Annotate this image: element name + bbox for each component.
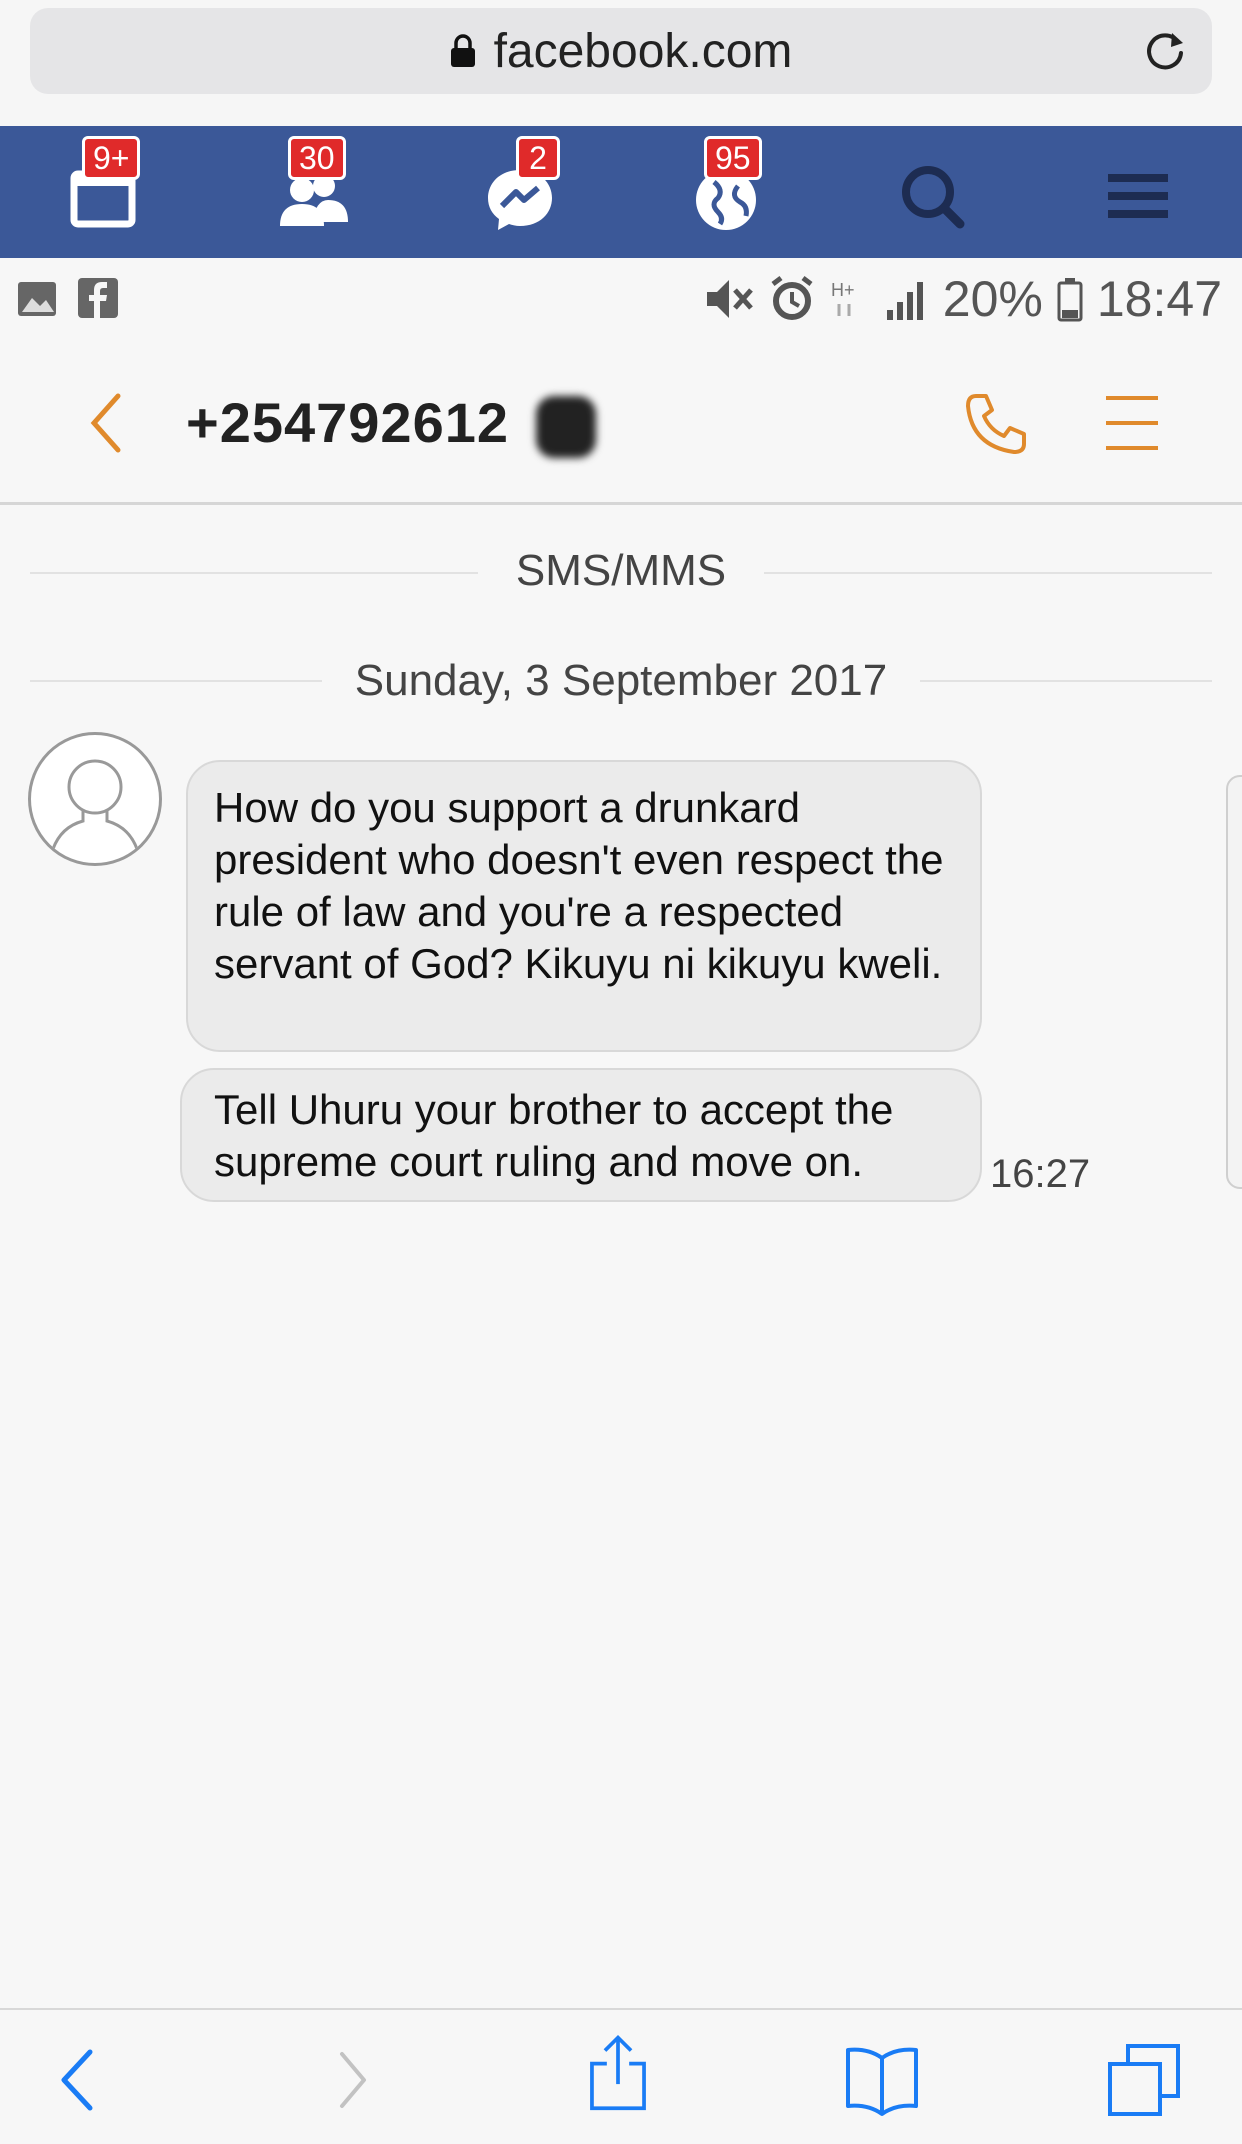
url-text: facebook.com [493,24,793,78]
fb-tab-requests[interactable]: 9+ [64,136,144,236]
battery-percent: 20% [942,271,1043,327]
side-panel-edge [1226,775,1242,1189]
lock-icon [450,34,475,67]
signal-icon [886,282,923,320]
date-line-left [30,680,322,682]
contact-number: +254792612 [186,391,510,454]
redacted-digits [536,396,596,458]
tabs-icon[interactable] [1104,2040,1184,2120]
requests-badge: 9+ [82,136,141,180]
hamburger-menu-icon [1108,174,1168,218]
browser-top-bar: facebook.com [0,0,1242,126]
clock-time: 18:47 [1096,271,1222,327]
phone-call-icon[interactable] [962,390,1030,458]
message-bubble[interactable]: How do you support a drunkard president … [186,760,982,1052]
more-menu-icon[interactable] [1104,392,1160,454]
fb-tab-menu[interactable] [1098,156,1178,236]
message-text: Tell Uhuru your brother to accept the su… [214,1086,894,1185]
notifications-badge: 95 [704,136,762,180]
browser-back-icon[interactable] [40,2040,120,2120]
facebook-notification-icon [78,278,118,318]
battery-icon [1057,278,1083,322]
search-icon [902,166,965,229]
channel-label: SMS/MMS [515,546,727,595]
facebook-nav-bar: 9+ 30 2 95 [0,126,1242,258]
phone-status-bar: H+ 20% 18:47 [0,258,1242,342]
person-avatar-icon [51,759,139,850]
status-right-group: H+ 20% 18:47 [705,270,1222,328]
date-label: Sunday, 3 September 2017 [354,656,888,705]
contact-avatar[interactable] [28,732,162,866]
divider-line-left [30,572,478,574]
fb-tab-messenger[interactable]: 2 [480,136,560,236]
reload-icon[interactable] [1142,28,1188,74]
svg-text:H+: H+ [831,280,855,300]
message-time: 16:27 [990,1152,1091,1196]
message-bubble[interactable]: Tell Uhuru your brother to accept the su… [180,1068,982,1202]
address-bar[interactable]: facebook.com [30,8,1212,94]
friends-badge: 30 [288,136,346,180]
back-arrow-icon[interactable] [84,390,128,456]
conversation-header: +254792612 [0,342,1242,505]
alarm-icon [771,276,813,320]
gallery-notification-icon [18,282,56,316]
browser-forward-icon[interactable] [312,2040,392,2120]
bookmarks-icon[interactable] [842,2040,922,2120]
share-icon[interactable] [578,2032,658,2112]
mute-icon [706,280,753,318]
address-bar-content: facebook.com [30,8,1212,94]
network-hplus-icon: H+ [831,280,855,316]
fb-tab-friends[interactable]: 30 [272,136,352,236]
message-text: How do you support a drunkard president … [214,784,944,987]
messenger-badge: 2 [516,136,560,180]
date-line-right [920,680,1212,682]
divider-line-right [764,572,1212,574]
fb-tab-notifications[interactable]: 95 [686,136,766,236]
fb-tab-search[interactable] [892,156,972,236]
browser-bottom-toolbar [0,2008,1242,2144]
